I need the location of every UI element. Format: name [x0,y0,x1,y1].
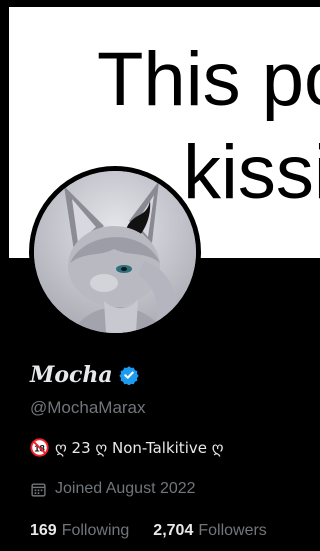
following-label: Following [61,522,130,539]
display-name: Mocha [30,362,113,388]
follow-stats: 169 Following 2,704 Followers [30,522,267,540]
following-link[interactable]: 169 Following [30,522,129,540]
following-count: 169 [30,522,57,539]
calendar-icon [31,482,46,497]
bio: 18 ღ 23 ღ Non-Talkitive ღ [30,438,224,457]
no-under-18-icon: 18 [30,438,49,457]
banner-text-line-2: kissi [183,130,320,215]
bio-text: ღ 23 ღ Non-Talkitive ღ [55,438,224,457]
followers-count: 2,704 [153,522,194,539]
avatar-image [34,171,196,333]
join-date: Joined August 2022 [30,480,196,498]
join-date-text: Joined August 2022 [55,480,196,497]
user-handle: @MochaMarax [30,398,146,417]
profile-page: This po kissi [0,0,320,551]
followers-link[interactable]: 2,704 Followers [153,522,267,540]
top-edge-bar [0,0,320,7]
followers-label: Followers [198,522,267,539]
verified-badge-icon[interactable] [119,365,139,385]
banner-text-line-1: This po [97,37,320,122]
display-name-row: Mocha [30,364,139,386]
avatar[interactable] [29,166,201,338]
